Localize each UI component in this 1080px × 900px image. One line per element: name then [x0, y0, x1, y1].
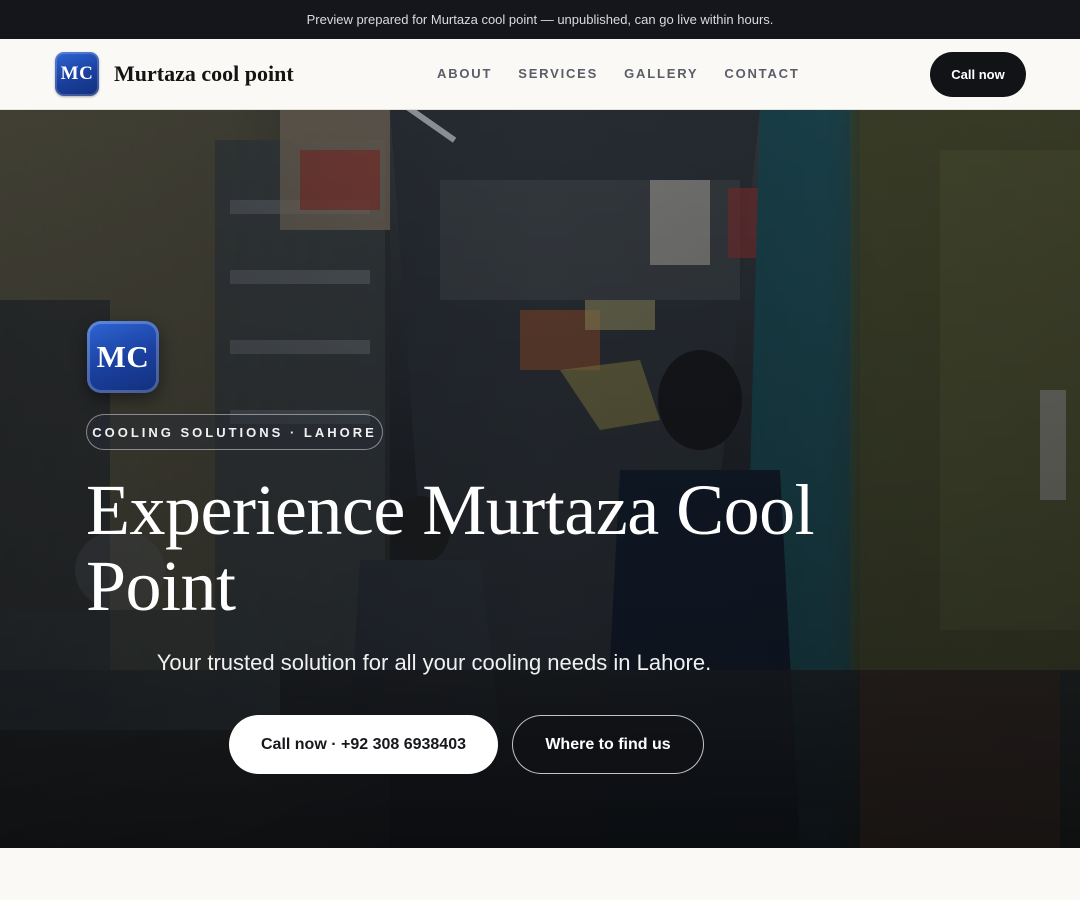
nav-item-contact[interactable]: CONTACT	[724, 66, 799, 81]
nav-item-gallery[interactable]: GALLERY	[624, 66, 698, 81]
brand-link[interactable]: MC Murtaza cool point	[55, 51, 294, 97]
hero-eyebrow-badge: COOLING SOLUTIONS · LAHORE	[86, 414, 383, 450]
hero-logo-icon: MC	[87, 321, 159, 393]
call-phone-button[interactable]: Call now · +92 308 6938403	[229, 715, 498, 774]
hero-eyebrow-text: COOLING SOLUTIONS · LAHORE	[92, 424, 377, 440]
preview-banner-text: Preview prepared for Murtaza cool point …	[306, 12, 774, 27]
hero-section: MC COOLING SOLUTIONS · LAHORE Experience…	[0, 110, 1080, 848]
call-now-button[interactable]: Call now	[930, 52, 1026, 97]
preview-banner: Preview prepared for Murtaza cool point …	[0, 0, 1080, 39]
nav-item-services[interactable]: SERVICES	[518, 66, 598, 81]
next-section	[0, 848, 1080, 900]
hero-subtitle: Your trusted solution for all your cooli…	[156, 650, 712, 675]
hero-logo-text: MC	[96, 339, 150, 374]
nav-item-about[interactable]: ABOUT	[437, 66, 492, 81]
logo-text: MC	[60, 63, 94, 84]
logo-icon: MC	[55, 52, 99, 96]
hero-title: Experience Murtaza Cool Point	[86, 470, 815, 626]
brand-name: Murtaza cool point	[114, 61, 294, 86]
main-nav: ABOUT SERVICES GALLERY CONTACT	[437, 66, 800, 81]
find-us-button[interactable]: Where to find us	[512, 715, 704, 774]
site-header: MC Murtaza cool point ABOUT SERVICES GAL…	[0, 39, 1080, 110]
